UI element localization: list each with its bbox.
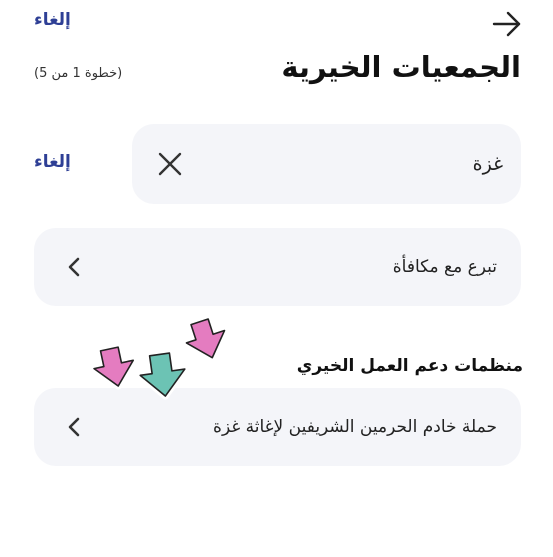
cancel-link[interactable]: إلغاء [34,10,71,30]
search-field[interactable] [132,124,521,204]
chevron-left-icon [68,257,80,277]
close-icon[interactable] [154,148,186,180]
chevron-left-icon [68,417,80,437]
search-input[interactable] [303,146,503,182]
row-label: حملة خادم الحرمين الشريفين لإغاثة غزة [213,417,497,437]
step-indicator: (خطوة 1 من 5) [34,66,123,81]
section-heading: منظمات دعم العمل الخيري [296,356,523,376]
donate-with-reward-row[interactable]: تبرع مع مكافأة [34,228,521,306]
arrow-stickers [90,315,229,400]
search-cancel-button[interactable]: إلغاء [34,152,71,172]
row-label: تبرع مع مكافأة [392,257,497,277]
teal-arrow-icon [136,349,189,400]
pink-arrow-icon [90,343,137,390]
arrow-right-icon[interactable] [491,10,523,38]
page-title: الجمعيات الخيرية [281,50,521,84]
pink-arrow-icon [182,315,229,362]
